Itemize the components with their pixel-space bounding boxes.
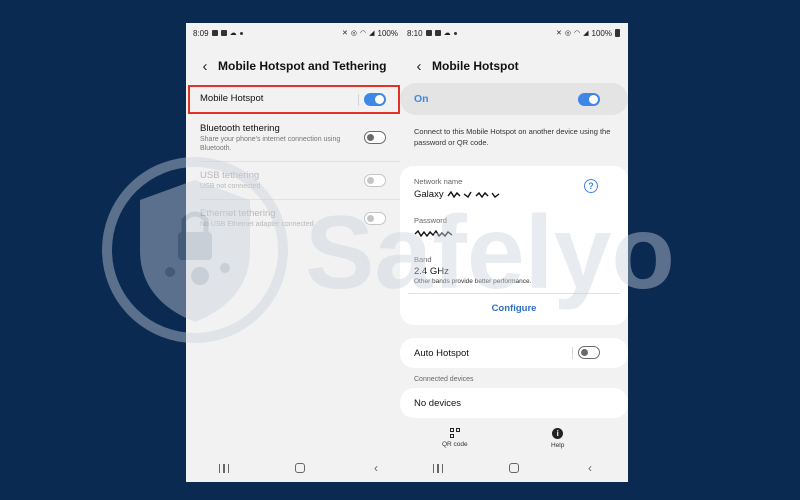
- band-label: Band: [414, 255, 432, 264]
- redacted-password-icon: [414, 229, 453, 237]
- configure-button[interactable]: Configure: [400, 303, 628, 314]
- ethernet-tethering-toggle: [364, 212, 386, 225]
- bluetooth-tethering-toggle[interactable]: [364, 131, 386, 144]
- password-block[interactable]: Password: [414, 216, 454, 239]
- more-notifications-dot-icon: [239, 31, 243, 35]
- bluetooth-tethering-description: Share your phone's internet connection u…: [200, 136, 341, 152]
- connected-devices-header: Connected devices: [414, 376, 474, 383]
- help-label: Help: [551, 442, 565, 449]
- gallery-notification-icon: [211, 30, 218, 36]
- signal-icon: ◢: [369, 30, 375, 37]
- recents-nav-icon[interactable]: [433, 463, 443, 473]
- band-note: Other bands provide better performance.: [414, 278, 532, 285]
- highlight-box: [188, 85, 400, 114]
- help-question-icon[interactable]: ?: [584, 179, 598, 193]
- status-time: 8:09: [193, 28, 209, 38]
- wifi-icon: ◠: [574, 30, 581, 37]
- auto-hotspot-label: Auto Hotspot: [414, 348, 469, 359]
- recents-nav-icon[interactable]: [219, 463, 229, 473]
- system-nav-bar: ‹: [400, 454, 628, 482]
- network-details-card: Network name Galaxy ? Password Band 2.4 …: [400, 166, 628, 325]
- weather-notification-icon: ☁: [229, 30, 237, 37]
- right-phone-screen: 8:10 ☁ ✕ ◎ ◠ ◢ 100% ‹ Mobile Hotspot On …: [400, 23, 628, 482]
- status-time: 8:10: [407, 28, 423, 38]
- info-icon: i: [552, 428, 564, 439]
- network-name-value: Galaxy: [414, 189, 501, 200]
- hotspot-description: Connect to this Mobile Hotspot on anothe…: [414, 127, 611, 148]
- band-block[interactable]: Band 2.4 GHz Other bands provide better …: [414, 255, 531, 285]
- hotspot-status-icon: ◎: [564, 30, 572, 37]
- auto-hotspot-toggle[interactable]: [578, 346, 600, 359]
- qr-code-button[interactable]: QR code: [442, 428, 468, 448]
- app-bar: ‹ Mobile Hotspot and Tethering: [186, 55, 414, 77]
- back-arrow-icon[interactable]: ‹: [192, 55, 218, 77]
- battery-percent: 100%: [377, 28, 398, 38]
- page-title: Mobile Hotspot: [432, 59, 519, 73]
- connected-devices-card: No devices: [400, 388, 628, 418]
- page-title: Mobile Hotspot and Tethering: [218, 59, 387, 73]
- mute-icon: ✕: [556, 30, 562, 37]
- back-arrow-icon[interactable]: ‹: [406, 55, 432, 77]
- gallery-notification-icon: [425, 30, 432, 36]
- weather-notification-icon: ☁: [443, 30, 451, 37]
- qr-code-label: QR code: [442, 441, 468, 448]
- no-devices-text: No devices: [414, 398, 461, 409]
- app-bar: ‹ Mobile Hotspot: [400, 55, 628, 77]
- usb-tethering-toggle: [364, 174, 386, 187]
- wifi-icon: ◠: [360, 30, 367, 37]
- help-button[interactable]: i Help: [551, 428, 564, 449]
- divider: [200, 199, 400, 200]
- redacted-name-icon: [447, 190, 500, 198]
- status-bar: 8:10 ☁ ✕ ◎ ◠ ◢ 100%: [400, 23, 628, 43]
- back-nav-icon[interactable]: ‹: [371, 461, 381, 475]
- qr-code-icon: [449, 428, 460, 438]
- network-name-block[interactable]: Network name Galaxy: [414, 177, 501, 200]
- battery-percent: 100%: [591, 28, 612, 38]
- bag-notification-icon: [434, 30, 441, 36]
- band-value: 2.4 GHz: [414, 266, 449, 277]
- password-label: Password: [414, 216, 447, 225]
- network-name-label: Network name: [414, 177, 463, 186]
- signal-icon: ◢: [583, 30, 589, 37]
- status-bar: 8:09 ☁ ✕ ◎ ◠ ◢ 100%: [186, 23, 414, 43]
- toggle-separator: [572, 347, 573, 359]
- divider: [200, 161, 400, 162]
- home-nav-icon[interactable]: [509, 463, 519, 473]
- bag-notification-icon: [220, 30, 227, 36]
- more-notifications-dot-icon: [453, 31, 457, 35]
- battery-icon: [615, 29, 620, 37]
- left-phone-screen: 8:09 ☁ ✕ ◎ ◠ ◢ 100% ‹ Mobile Hotspot and…: [186, 23, 414, 482]
- system-nav-bar: ‹: [186, 454, 414, 482]
- hotspot-status-icon: ◎: [350, 30, 358, 37]
- master-hotspot-toggle[interactable]: [578, 93, 600, 106]
- master-switch-label: On: [414, 93, 429, 105]
- back-nav-icon[interactable]: ‹: [585, 461, 595, 475]
- password-value: [414, 228, 454, 239]
- home-nav-icon[interactable]: [295, 463, 305, 473]
- divider: [408, 293, 620, 294]
- mute-icon: ✕: [342, 30, 348, 37]
